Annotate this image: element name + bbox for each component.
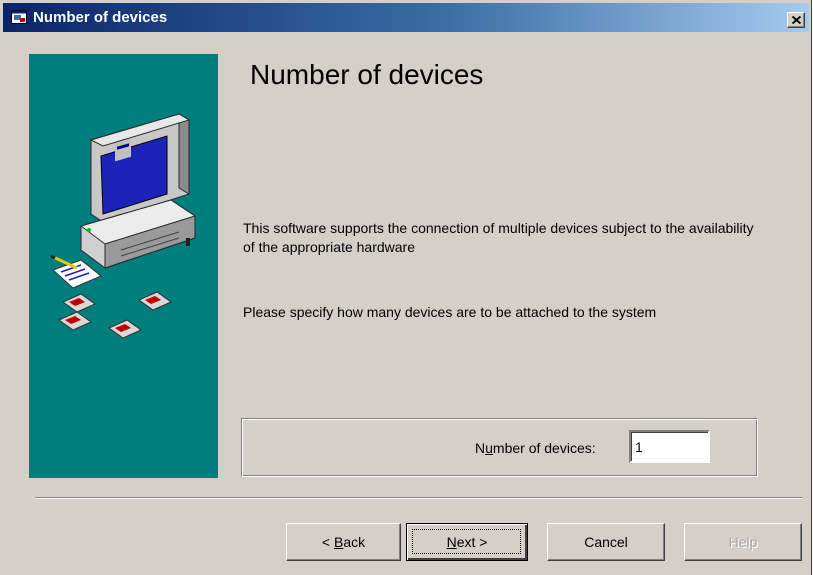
app-window-icon bbox=[11, 10, 27, 24]
next-button[interactable]: Next > bbox=[406, 523, 528, 561]
instruction-text: Please specify how many devices are to b… bbox=[243, 304, 657, 320]
number-of-devices-input[interactable] bbox=[629, 430, 710, 463]
window-title: Number of devices bbox=[33, 9, 168, 26]
page-heading: Number of devices bbox=[250, 59, 484, 90]
close-button[interactable] bbox=[787, 12, 805, 28]
devices-field-label: Number of devices: bbox=[475, 440, 596, 456]
cancel-button[interactable]: Cancel bbox=[547, 523, 665, 561]
description-text: This software supports the connection of… bbox=[243, 220, 754, 255]
back-button[interactable]: < Back bbox=[286, 523, 401, 561]
computer-with-floppies-illustration bbox=[50, 113, 197, 339]
floppy-icons bbox=[57, 291, 173, 339]
wizard-banner bbox=[29, 54, 218, 478]
close-icon bbox=[792, 16, 801, 24]
help-button[interactable]: Help bbox=[684, 523, 802, 561]
wizard-dialog: Number of devices Number of devices This… bbox=[0, 0, 812, 575]
title-bar[interactable]: Number of devices bbox=[3, 3, 809, 32]
focus-rectangle bbox=[412, 529, 521, 554]
button-separator bbox=[35, 497, 802, 499]
